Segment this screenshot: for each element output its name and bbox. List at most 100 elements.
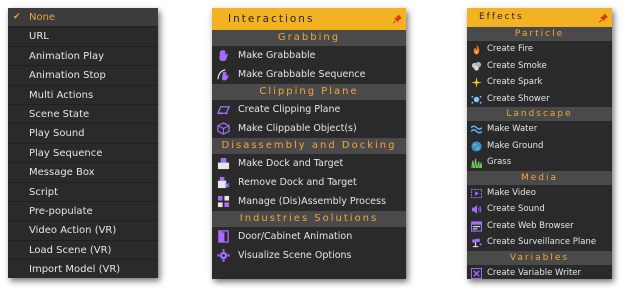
item-label: Make Water [487,124,538,134]
item-label: Make Dock and Target [238,158,344,169]
menu-item-video-action-vr[interactable]: Video Action (VR) [8,221,158,241]
item-label: Make Video [487,187,536,198]
item-label: Visualize Scene Options [238,250,352,261]
effects-panel: Effects Particle Create Fire Create Smok… [467,8,612,279]
create-variable-writer-button[interactable]: Create Variable Writer [467,265,612,282]
assembly-icon [217,195,230,208]
menu-item-label: Animation Play [29,50,105,62]
menu-item-none[interactable]: ✔ None [8,8,158,28]
menu-item-animation-stop[interactable]: Animation Stop [8,66,158,86]
action-type-menu: ✔ None URL Animation Play Animation Stop… [8,8,158,278]
create-sound-button[interactable]: Create Sound [467,201,612,218]
menu-item-label: Play Sequence [29,147,103,159]
hand-sequence-icon [217,69,229,81]
interactions-panel: Interactions Grabbing Make Grabbable Mak… [212,8,406,279]
menu-item-label: URL [29,31,49,43]
remove-dock-target-button[interactable]: Remove Dock and Target [212,173,406,192]
menu-item-multi-actions[interactable]: Multi Actions [8,86,158,105]
menu-item-label: Animation Stop [29,70,106,82]
manage-disassembly-process-button[interactable]: Manage (Dis)Assembly Process [212,192,406,211]
menu-item-import-model-vr[interactable]: Import Model (VR) [8,260,158,279]
clippable-object-icon [217,122,230,135]
clipping-plane-icon [217,106,230,115]
make-grabbable-sequence-button[interactable]: Make Grabbable Sequence [212,65,406,84]
item-label: Create Sound [487,204,545,214]
make-water-button[interactable]: Make Water [467,121,612,138]
menu-item-label: Message Box [29,167,95,179]
menu-item-message-box[interactable]: Message Box [8,163,158,183]
pin-icon[interactable] [599,13,608,22]
create-fire-button[interactable]: Create Fire [467,41,612,58]
menu-item-load-scene-vr[interactable]: Load Scene (VR) [8,241,158,261]
menu-item-animation-play[interactable]: Animation Play [8,47,158,67]
door-icon [218,230,229,243]
ground-icon [471,140,482,152]
create-shower-button[interactable]: Create Shower [467,91,612,108]
effects-header: Effects [467,8,612,27]
make-ground-button[interactable]: Make Ground [467,138,612,155]
menu-item-scene-state[interactable]: Scene State [8,105,158,125]
panel-title: Interactions [228,13,315,25]
item-label: Make Clippable Object(s) [238,123,357,134]
grass-button[interactable]: Grass [467,154,612,171]
hand-icon [219,49,228,62]
item-label: Make Ground [487,140,544,151]
create-smoke-button[interactable]: Create Smoke [467,58,612,75]
sound-icon [471,204,482,215]
make-clippable-objects-button[interactable]: Make Clippable Object(s) [212,119,406,138]
item-label: Make Grabbable Sequence [238,69,366,80]
item-label: Remove Dock and Target [238,177,357,188]
item-label: Create Web Browser [487,220,574,231]
create-surveillance-plane-button[interactable]: Create Surveillance Plane [467,234,612,251]
check-icon: ✔ [13,12,21,22]
item-label: Create Surveillance Plane [487,237,597,247]
menu-item-label: Multi Actions [29,89,94,101]
item-label: Create Clipping Plane [238,104,341,115]
dock-icon [217,157,230,170]
make-grabbable-button[interactable]: Make Grabbable [212,46,406,65]
menu-item-label: Load Scene (VR) [29,244,112,256]
menu-item-label: Pre-populate [29,205,93,217]
menu-item-label: Play Sound [29,128,85,140]
spark-icon [471,77,482,88]
pin-icon[interactable] [393,14,402,24]
menu-item-url[interactable]: URL [8,27,158,47]
item-label: Make Grabbable [238,50,316,61]
item-label: Create Smoke [487,60,547,71]
web-browser-icon [471,220,482,232]
remove-dock-icon [217,176,230,189]
shower-icon [471,95,482,104]
section-disassembly-docking: Disassembly and Docking [212,138,406,154]
item-label: Grass [487,157,512,167]
menu-item-label: Video Action (VR) [29,225,117,237]
door-cabinet-animation-button[interactable]: Door/Cabinet Animation [212,227,406,246]
menu-item-label: Scene State [29,108,90,120]
item-label: Door/Cabinet Animation [238,231,353,242]
create-spark-button[interactable]: Create Spark [467,74,612,91]
item-label: Create Spark [487,77,543,87]
video-icon [471,188,482,198]
section-landscape: Landscape [467,107,612,121]
panel-title: Effects [479,12,524,22]
menu-item-script[interactable]: Script [8,183,158,202]
smoke-icon [471,61,482,71]
surveillance-icon [471,238,482,248]
menu-item-play-sound[interactable]: Play Sound [8,124,158,144]
make-video-button[interactable]: Make Video [467,185,612,202]
menu-item-play-sequence[interactable]: Play Sequence [8,144,158,164]
visualize-scene-options-button[interactable]: Visualize Scene Options [212,246,406,265]
water-icon [471,125,482,134]
create-web-browser-button[interactable]: Create Web Browser [467,218,612,235]
section-media: Media [467,170,612,185]
create-clipping-plane-button[interactable]: Create Clipping Plane [212,100,406,119]
item-label: Create Variable Writer [487,267,581,278]
section-clipping-plane: Clipping Plane [212,84,406,100]
section-variables: Variables [467,250,612,265]
menu-item-pre-populate[interactable]: Pre-populate [8,202,158,222]
make-dock-target-button[interactable]: Make Dock and Target [212,154,406,173]
fire-icon [473,44,480,55]
interactions-header: Interactions [212,8,406,30]
menu-item-label: None [29,12,56,23]
menu-item-label: Import Model (VR) [29,264,121,276]
item-label: Create Shower [487,93,550,104]
